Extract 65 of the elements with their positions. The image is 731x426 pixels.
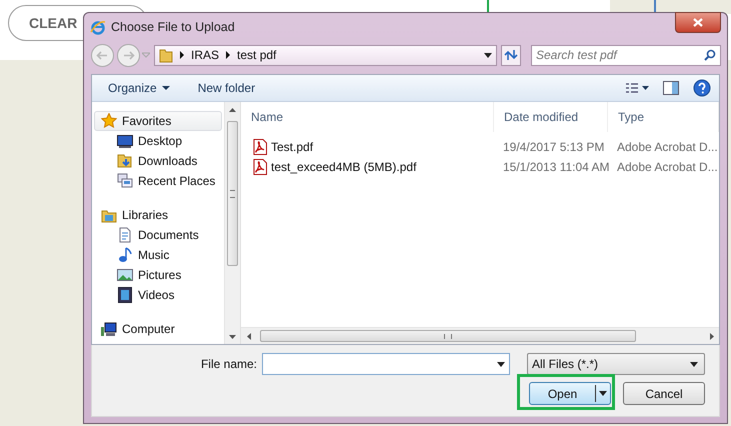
scroll-up-icon[interactable] — [229, 108, 236, 112]
nav-item[interactable]: Music — [94, 245, 222, 265]
field-label: File name: — [200, 357, 257, 371]
pdf-file-icon — [252, 159, 268, 175]
breadcrumb[interactable]: test pdf — [237, 48, 276, 62]
search-field[interactable]: Search test pdf — [531, 44, 721, 66]
breadcrumb[interactable]: IRAS — [191, 48, 220, 62]
file-name-field[interactable] — [262, 353, 510, 375]
refresh-icon — [504, 49, 518, 61]
toolbar-button[interactable]: New folder — [198, 81, 256, 95]
toolbar-button[interactable]: Organize — [108, 81, 170, 95]
file-name[interactable]: test_exceed4MB (5MB).pdf — [271, 160, 416, 174]
file-type: Adobe Acrobat D... — [617, 140, 718, 154]
help-icon[interactable] — [693, 79, 711, 97]
close-button[interactable] — [675, 12, 721, 33]
horizontal-scrollbar[interactable] — [241, 327, 719, 344]
dropdown-arrow-icon[interactable] — [484, 52, 492, 58]
pdf-file-icon — [252, 139, 268, 155]
desktop-icon — [117, 133, 133, 149]
dropdown-arrow-icon[interactable] — [497, 362, 505, 366]
file-type-dropdown[interactable]: All Files (*.*) — [527, 353, 705, 375]
star-icon — [101, 113, 117, 129]
pictures-icon — [117, 267, 133, 283]
nav-item[interactable]: Favorites — [94, 111, 222, 131]
date-modified: 15/1/2013 11:04 AM — [503, 160, 610, 174]
column-header[interactable]: Date modified — [494, 102, 608, 132]
refresh-button[interactable] — [501, 44, 521, 66]
open-button[interactable]: Open — [529, 382, 611, 405]
downloads-icon — [117, 153, 133, 169]
nav-item[interactable]: Desktop — [94, 131, 222, 151]
column-header[interactable]: Type — [608, 102, 719, 132]
recent-places-icon — [117, 173, 133, 189]
nav-item[interactable]: Documents — [94, 225, 222, 245]
computer-icon — [101, 321, 117, 337]
scrollbar-thumb[interactable] — [260, 330, 636, 342]
nav-item[interactable]: Videos — [94, 285, 222, 305]
nav-item[interactable]: Pictures — [94, 265, 222, 285]
breadcrumb-arrow-icon[interactable] — [180, 51, 184, 59]
close-icon — [693, 18, 703, 27]
nav-item[interactable]: Downloads — [94, 151, 222, 171]
breadcrumb-arrow-icon[interactable] — [226, 51, 230, 59]
scrollbar-thumb[interactable] — [227, 121, 238, 266]
view-options-icon[interactable] — [625, 82, 649, 94]
nav-item[interactable]: Libraries — [94, 205, 222, 225]
date-modified: 19/4/2017 5:13 PM — [503, 140, 604, 154]
column-header[interactable]: Name — [241, 102, 494, 132]
cancel-button[interactable]: Cancel — [623, 382, 705, 405]
scroll-left-icon[interactable] — [246, 332, 250, 340]
search-icon[interactable] — [704, 48, 716, 60]
film-icon — [117, 287, 133, 303]
vertical-scrollbar[interactable] — [224, 102, 240, 344]
file-name[interactable]: Test.pdf — [271, 140, 314, 154]
dropdown-arrow-icon — [690, 362, 698, 366]
nav-item[interactable]: Recent Places — [94, 171, 222, 191]
scroll-right-icon[interactable] — [710, 332, 714, 340]
file-type: Adobe Acrobat D... — [617, 160, 718, 174]
nav-item[interactable]: Computer — [94, 319, 222, 339]
preview-pane-icon[interactable] — [663, 81, 679, 95]
folder-icon — [159, 47, 173, 63]
music-note-icon — [117, 247, 133, 263]
documents-icon — [117, 227, 133, 243]
address-bar[interactable]: IRAS test pdf — [154, 44, 498, 66]
scroll-down-icon[interactable] — [229, 334, 236, 338]
browser-icon — [90, 18, 106, 34]
caret-icon — [599, 391, 607, 396]
